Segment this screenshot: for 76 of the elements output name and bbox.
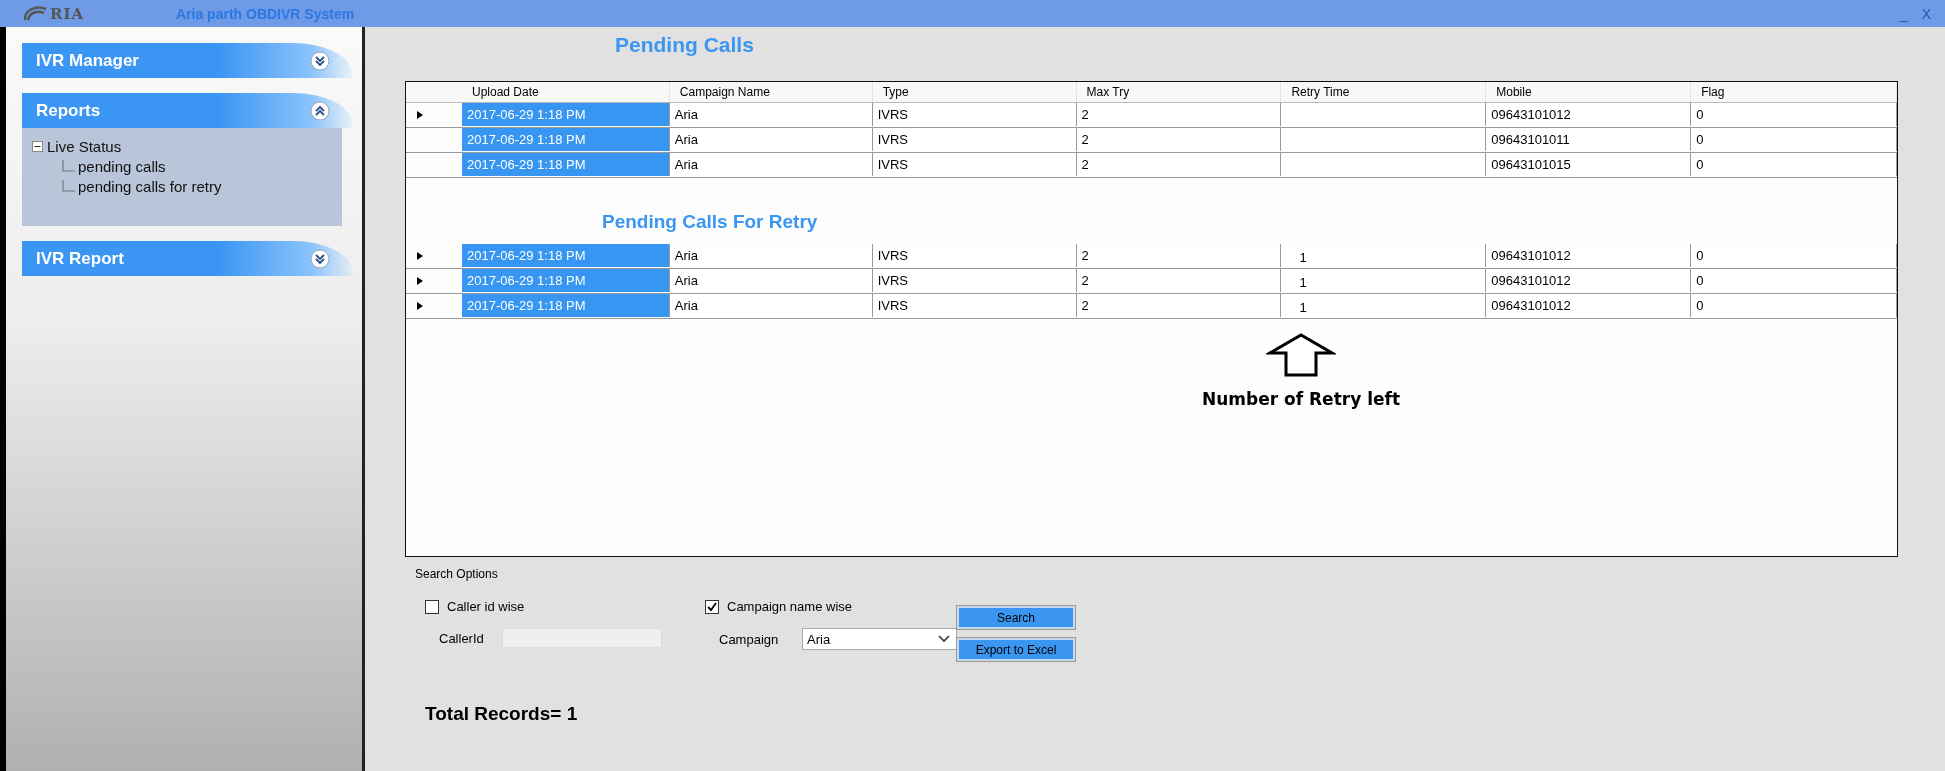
cell-text: Aria: [674, 132, 698, 147]
cell-text: IVRS: [877, 298, 909, 313]
cell-text: 0: [1696, 132, 1704, 147]
group-title: Search Options: [415, 567, 499, 581]
search-button[interactable]: Search: [957, 606, 1075, 629]
cell-text: IVRS: [877, 107, 909, 122]
column-header[interactable]: Flag: [1691, 82, 1897, 102]
cell-text: 2: [1081, 273, 1089, 288]
column-header[interactable]: Campaign Name: [669, 82, 873, 102]
cell-text: 2017-06-29 1:18 PM: [466, 248, 586, 263]
cell-text: Aria: [674, 273, 698, 288]
expand-icon[interactable]: [310, 50, 330, 71]
column-header[interactable]: Max Try: [1076, 82, 1282, 102]
cell-text: 2017-06-29 1:18 PM: [466, 273, 586, 288]
cell-text: 0: [1696, 298, 1704, 313]
cell-text: 09643101012: [1491, 273, 1571, 288]
cell-text: IVRS: [877, 273, 909, 288]
cell-text: 2017-06-29 1:18 PM: [466, 132, 586, 147]
cell-text: 09643101012: [1491, 248, 1571, 263]
column-header[interactable]: Retry Time: [1281, 82, 1487, 102]
up-arrow-icon: [1266, 333, 1336, 377]
cell-text: 2: [1081, 248, 1089, 263]
field-label: CallerId: [439, 630, 485, 646]
cell-text: 09643101011: [1491, 132, 1570, 147]
cell-text: 09643101012: [1491, 107, 1571, 122]
collapse-icon[interactable]: [32, 140, 43, 152]
cell-text: Aria: [674, 298, 698, 313]
cell-text: 2: [1081, 298, 1089, 313]
tree-item[interactable]: pending calls: [78, 157, 166, 175]
cell-text: Aria: [674, 248, 698, 263]
export-button[interactable]: Export to Excel: [957, 638, 1075, 661]
tree-line: [62, 180, 76, 192]
expand-icon[interactable]: [310, 248, 330, 269]
chevron-down-icon: [938, 635, 950, 643]
cell-text: 09643101012: [1491, 298, 1571, 313]
column-header[interactable]: Type: [872, 82, 1077, 102]
collapse-icon[interactable]: [310, 100, 330, 121]
cell-text: 2017-06-29 1:18 PM: [466, 107, 586, 122]
cell-text: 1: [1299, 250, 1307, 265]
cell-text: 0: [1696, 248, 1704, 263]
cell-text: 2017-06-29 1:18 PM: [466, 157, 586, 172]
checkbox-label: Caller id wise: [447, 599, 525, 614]
tree-line: [62, 160, 76, 172]
cell-text: Aria: [674, 157, 698, 172]
cell-text: IVRS: [877, 157, 909, 172]
section-title: Reports: [36, 100, 101, 121]
tree-item[interactable]: pending calls for retry: [78, 177, 222, 195]
field-label: Campaign: [719, 631, 780, 647]
total-records: Total Records= 1: [425, 703, 579, 725]
cell-text: 0: [1696, 273, 1704, 288]
section-heading: Pending Calls: [615, 33, 755, 58]
logo-text: RIA: [50, 4, 85, 23]
cell-text: 09643101015: [1491, 157, 1571, 172]
column-header[interactable]: Upload Date: [461, 82, 670, 102]
cell-text: 0: [1696, 107, 1704, 122]
cell-text: IVRS: [877, 248, 909, 263]
cell-text: 1: [1299, 275, 1307, 290]
cell-text: 0: [1696, 157, 1704, 172]
section-heading: Pending Calls For Retry: [602, 211, 819, 234]
campaign-dropdown[interactable]: Aria: [802, 628, 957, 650]
cell-text: 2: [1081, 132, 1089, 147]
tree-item[interactable]: Live Status: [47, 137, 122, 155]
cell-text: 1: [1299, 300, 1307, 315]
cell-text: IVRS: [877, 132, 909, 147]
check-icon: [706, 600, 718, 613]
column-header[interactable]: Mobile: [1486, 82, 1692, 102]
checkbox-label: Campaign name wise: [727, 599, 852, 614]
section-title: IVR Manager: [36, 50, 139, 71]
window-title: Aria parth OBDIVR System: [176, 5, 355, 22]
cell-text: 2: [1081, 157, 1089, 172]
annotation-text: Number of Retry left: [1201, 389, 1401, 409]
cell-text: Aria: [674, 107, 698, 122]
cell-text: 2017-06-29 1:18 PM: [466, 298, 586, 313]
cell-text: 2: [1081, 107, 1089, 122]
checkbox[interactable]: [705, 599, 719, 614]
section-title: IVR Report: [36, 248, 124, 269]
